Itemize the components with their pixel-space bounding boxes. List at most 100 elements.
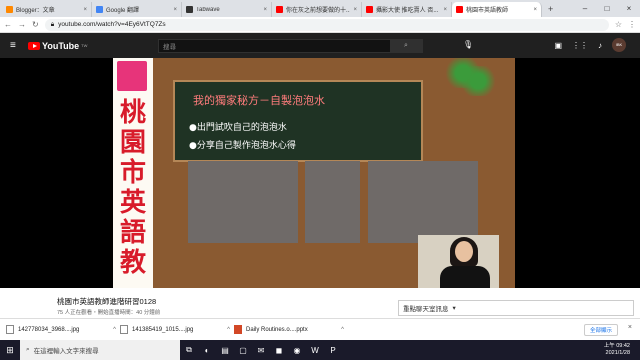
classroom-photo — [368, 161, 478, 243]
line-icon[interactable]: ◼ — [270, 340, 288, 360]
address-bar-row: ← → ↻ 🔒︎ youtube.com/watch?v=4Ey6VtTQ7Zs… — [0, 17, 640, 33]
close-icon[interactable]: × — [533, 7, 537, 13]
tab-title: Google 翻譯 — [106, 8, 140, 14]
apps-grid-icon[interactable]: ⋮⋮ — [572, 41, 588, 50]
tab-tabwave[interactable]: Tabwave × — [182, 2, 272, 17]
edge-icon[interactable]: ◐ — [198, 340, 216, 360]
menu-dots-icon[interactable]: ⋮ — [628, 20, 636, 29]
close-download-bar-icon[interactable]: × — [628, 324, 632, 331]
translate-favicon-icon — [96, 6, 103, 13]
download-item[interactable]: 141385419_1015....jpg ^ — [120, 325, 230, 334]
show-all-downloads-button[interactable]: 全部顯示 — [583, 324, 618, 336]
minimize-icon[interactable]: – — [574, 4, 596, 13]
tab-youtube-1[interactable]: 你在灰之前想要做的十... × — [272, 2, 362, 17]
search-input[interactable]: 搜尋 — [159, 41, 390, 51]
close-icon[interactable]: × — [263, 7, 267, 13]
search-box: 搜尋 ⌕ — [158, 39, 423, 53]
tab-title: Blogger：文章 — [16, 8, 55, 14]
windows-start-icon[interactable]: ⊞ — [0, 340, 20, 360]
tab-google-translate[interactable]: Google 翻譯 × — [92, 2, 182, 17]
clock-date: 2021/1/28 — [605, 350, 630, 356]
presenter-webcam — [418, 235, 499, 288]
tab-title: 你在灰之前想要做的十... — [286, 8, 351, 14]
download-bar: 142778034_3968....jpg ^ 141385419_1015...… — [0, 318, 640, 340]
create-video-icon[interactable]: ▣ — [554, 41, 562, 50]
close-window-icon[interactable]: × — [618, 4, 640, 13]
tab-youtube-2[interactable]: 攝影大使 推吃賣人 否... × — [362, 2, 452, 17]
download-filename: 141385419_1015....jpg — [132, 326, 194, 333]
file-icon — [120, 325, 128, 334]
youtube-header: ≡ YouTube TW 搜尋 ⌕ 🎙︎ ▣ ⋮⋮ ♪ IBK — [0, 33, 640, 58]
vertical-banner: 桃園市英語教 — [113, 58, 153, 288]
mail-icon[interactable]: ✉ — [252, 340, 270, 360]
search-button[interactable]: ⌕ — [390, 40, 422, 52]
youtube-logo[interactable]: YouTube TW — [28, 41, 87, 51]
school-logo-icon — [117, 61, 147, 91]
tab-title: Tabwave — [196, 6, 220, 13]
download-filename: Daily Routines.o....pptx — [246, 326, 308, 333]
presenter-body — [440, 266, 490, 288]
youtube-favicon-icon — [456, 6, 463, 13]
chevron-up-icon[interactable]: ^ — [227, 327, 230, 333]
maximize-icon[interactable]: □ — [596, 4, 618, 13]
classroom-photo — [188, 161, 298, 243]
youtube-play-icon — [28, 41, 40, 50]
windows-taskbar: ⊞ ⌕ 在這裡輸入文字來搜尋 ⧉ ◐ ▤ ▢ ✉ ◼ ◉ W P 上午 09:4… — [0, 340, 640, 360]
tabwave-favicon-icon — [186, 6, 193, 13]
chrome-icon[interactable]: ◉ — [288, 340, 306, 360]
header-actions: ▣ ⋮⋮ ♪ IBK — [554, 38, 626, 52]
board-heading: 我的獨家秘方－自製泡泡水 — [193, 94, 325, 107]
chat-selector[interactable]: 重點聊天室訊息 ▾ — [398, 300, 634, 316]
chat-label: 重點聊天室訊息 — [403, 306, 449, 313]
vertical-title: 桃園市英語教 — [119, 98, 146, 278]
youtube-favicon-icon — [366, 6, 373, 13]
close-icon[interactable]: × — [353, 7, 357, 13]
video-info: 桃園市英語教師進階研習0128 75 人正在觀看・開始直播時間：40 分鐘前 重… — [0, 288, 640, 318]
store-icon[interactable]: ▢ — [234, 340, 252, 360]
search-icon: ⌕ — [26, 346, 30, 353]
taskbar-search-input: 在這裡輸入文字來搜尋 — [33, 348, 99, 355]
word-icon[interactable]: W — [306, 340, 324, 360]
chevron-up-icon[interactable]: ^ — [341, 327, 344, 333]
chevron-up-icon[interactable]: ^ — [113, 327, 116, 333]
logo-region: TW — [81, 43, 88, 48]
star-icon[interactable]: ☆ — [615, 20, 622, 29]
leaves-decoration — [458, 66, 498, 96]
address-bar[interactable]: 🔒︎ youtube.com/watch?v=4Ey6VtTQ7Zs — [44, 18, 609, 31]
close-icon[interactable]: × — [173, 7, 177, 13]
system-clock[interactable]: 上午 09:42 2021/1/28 — [604, 343, 630, 357]
chalkboard: 我的獨家秘方－自製泡泡水 ●出門試吹自己的泡泡水 ●分享自己製作泡泡水心得 — [173, 80, 423, 162]
file-explorer-icon[interactable]: ▤ — [216, 340, 234, 360]
hamburger-menu-icon[interactable]: ≡ — [10, 40, 28, 51]
youtube-favicon-icon — [276, 6, 283, 13]
forward-icon[interactable]: → — [18, 20, 26, 29]
logo-text: YouTube — [42, 40, 80, 51]
video-title: 桃園市英語教師進階研習0128 — [57, 297, 157, 306]
close-icon[interactable]: × — [83, 7, 87, 13]
board-line: ●分享自己製作泡泡水心得 — [189, 141, 296, 151]
file-icon — [6, 325, 14, 334]
download-filename: 142778034_3968....jpg — [18, 326, 80, 333]
video-player[interactable]: 桃園市英語教 我的獨家秘方－自製泡泡水 ●出門試吹自己的泡泡水 ●分享自己製作泡… — [0, 58, 640, 288]
video-meta: 75 人正在觀看・開始直播時間：40 分鐘前 — [57, 310, 161, 316]
avatar[interactable]: IBK — [612, 38, 626, 52]
task-view-icon[interactable]: ⧉ — [180, 340, 198, 360]
microphone-icon[interactable]: 🎙︎ — [463, 40, 473, 49]
tab-youtube-active[interactable]: 桃園市英語教師 × — [452, 2, 542, 17]
download-item[interactable]: Daily Routines.o....pptx ^ — [234, 325, 344, 334]
taskbar-search[interactable]: ⌕ 在這裡輸入文字來搜尋 — [20, 340, 180, 360]
lock-icon: 🔒︎ — [50, 20, 55, 28]
notifications-bell-icon[interactable]: ♪ — [598, 41, 602, 50]
url-text: youtube.com/watch?v=4Ey6VtTQ7Zs — [58, 21, 166, 28]
blogger-favicon-icon — [6, 6, 13, 13]
download-item[interactable]: 142778034_3968....jpg ^ — [6, 325, 116, 334]
new-tab-button[interactable]: + — [542, 2, 559, 17]
chevron-down-icon: ▾ — [452, 305, 456, 312]
close-icon[interactable]: × — [443, 7, 447, 13]
reload-icon[interactable]: ↻ — [32, 20, 39, 29]
tab-blogger[interactable]: Blogger：文章 × — [2, 2, 92, 17]
browser-tab-bar: Blogger：文章 × Google 翻譯 × Tabwave × 你在灰之前想要做… — [0, 0, 640, 17]
back-icon[interactable]: ← — [4, 20, 12, 29]
board-line: ●出門試吹自己的泡泡水 — [189, 123, 287, 133]
powerpoint-icon[interactable]: P — [324, 340, 342, 360]
